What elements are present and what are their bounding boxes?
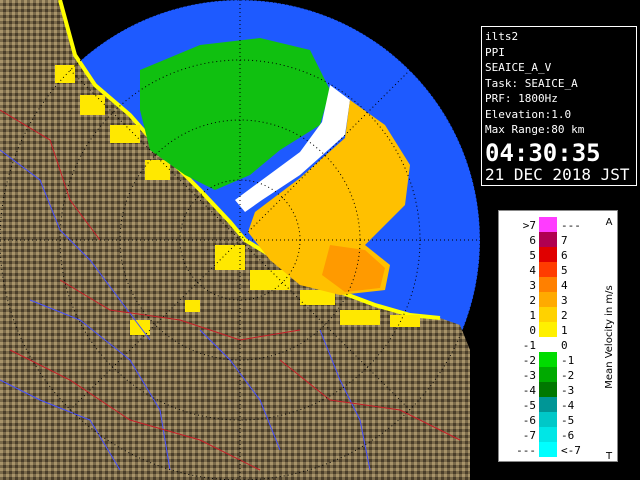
legend-label-right: 4 xyxy=(561,279,568,292)
legend-label-left: 3 xyxy=(529,279,536,292)
legend-swatch xyxy=(539,397,557,412)
legend-label-right: -5 xyxy=(561,414,574,427)
legend-label-right: -6 xyxy=(561,429,574,442)
product-type: PPI xyxy=(485,45,505,59)
legend-top-marker: A xyxy=(606,217,613,228)
legend-label-left: 6 xyxy=(529,234,536,247)
legend-swatch xyxy=(539,322,557,337)
task-name: Task: SEAICE_A xyxy=(485,76,578,90)
legend-swatch xyxy=(539,442,557,457)
legend-label-left: -5 xyxy=(523,399,536,412)
legend-swatch xyxy=(539,232,557,247)
legend-swatch xyxy=(539,382,557,397)
legend-label-right: 6 xyxy=(561,249,568,262)
legend-swatch xyxy=(539,427,557,442)
legend-label-right: 7 xyxy=(561,234,568,247)
legend-swatch xyxy=(539,367,557,382)
legend-swatch xyxy=(539,247,557,262)
legend-swatch xyxy=(539,292,557,307)
scan-name: SEAICE_A_V xyxy=(485,61,552,74)
legend-label-left: 4 xyxy=(529,264,536,277)
scan-date: 21 DEC 2018 JST xyxy=(485,164,630,184)
legend-label-left: -6 xyxy=(523,414,536,427)
legend-label-left: -3 xyxy=(523,369,536,382)
legend-bottom-marker: T xyxy=(605,451,613,462)
legend-label-left: 0 xyxy=(529,324,536,337)
legend-swatch xyxy=(539,277,557,292)
legend-label-left: 2 xyxy=(529,294,536,307)
elevation-value: Elevation:1.0 xyxy=(485,107,572,121)
velocity-legend: >7 --- 6 7 5 6 4 5 3 4 2 3 1 2 0 1 -1 0 -2 -1 -3 -2 -4 -3 -5 -4 -6… xyxy=(498,210,618,462)
legend-label-right: --- xyxy=(561,219,581,232)
legend-label-left: 1 xyxy=(529,309,536,322)
legend-label-left: --- xyxy=(516,444,536,457)
station-name: ilts2 xyxy=(485,30,519,43)
scan-info-panel: ilts2 PPI SEAICE_A_V Task: SEAICE_A PRF:… xyxy=(481,26,637,186)
legend-label-right: -1 xyxy=(561,354,574,367)
legend-swatch xyxy=(539,262,557,277)
legend-swatch xyxy=(539,412,557,427)
legend-label-right: -4 xyxy=(561,399,575,412)
prf-value: PRF: 1800Hz xyxy=(485,92,558,105)
legend-label-right: <-7 xyxy=(561,444,581,457)
legend-label-right: 2 xyxy=(561,309,568,322)
legend-label-left: -7 xyxy=(523,429,536,442)
legend-swatch xyxy=(539,307,557,322)
legend-label-left: -2 xyxy=(523,354,536,367)
legend-label-left: -4 xyxy=(523,384,537,397)
legend-label-right: -2 xyxy=(561,369,574,382)
legend-swatch xyxy=(539,337,557,352)
legend-label-right: 5 xyxy=(561,264,568,277)
legend-label-right: 0 xyxy=(561,339,568,352)
max-range-value: Max Range:80 km xyxy=(485,123,585,136)
legend-label-left: 5 xyxy=(529,249,536,262)
legend-label-right: 1 xyxy=(561,324,568,337)
legend-label-right: -3 xyxy=(561,384,574,397)
legend-label-left: -1 xyxy=(523,339,536,352)
legend-label-left: >7 xyxy=(523,219,536,232)
scan-time: 04:30:35 xyxy=(485,138,601,167)
legend-swatch xyxy=(539,217,557,232)
legend-label-right: 3 xyxy=(561,294,568,307)
legend-title: Mean Velocity in m/s xyxy=(604,285,615,388)
legend-swatch xyxy=(539,352,557,367)
radar-ppi-map xyxy=(0,0,480,480)
